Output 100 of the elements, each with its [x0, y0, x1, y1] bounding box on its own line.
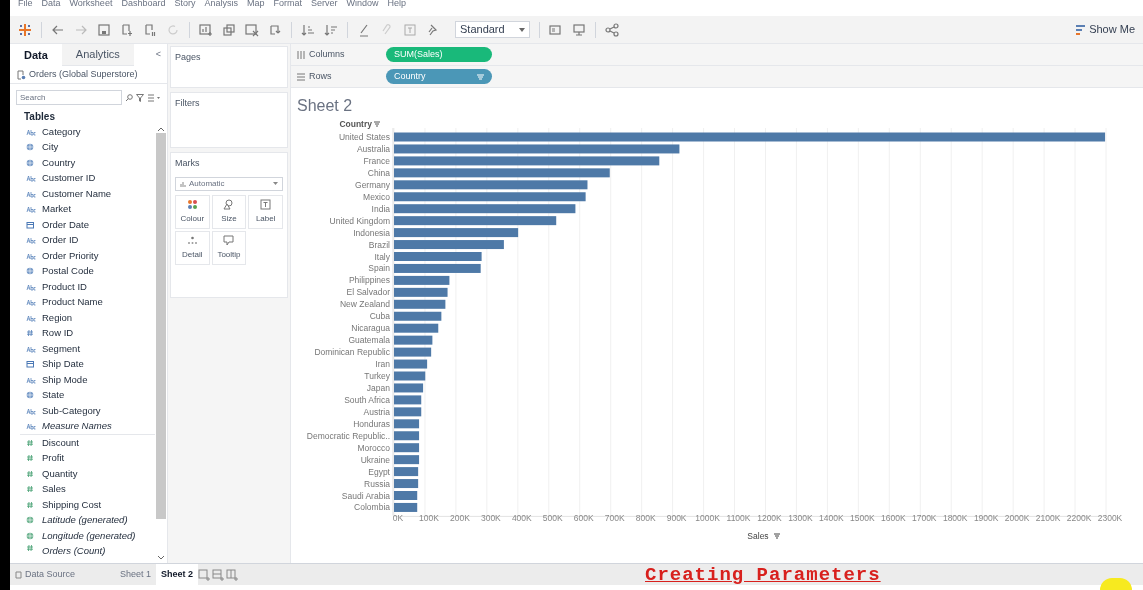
field-item[interactable]: Row ID — [10, 325, 155, 341]
bar[interactable] — [394, 347, 432, 357]
field-item[interactable]: City — [10, 139, 155, 155]
bar[interactable] — [394, 419, 420, 429]
sort-descending-icon[interactable] — [324, 22, 338, 37]
bar[interactable] — [394, 407, 422, 417]
field-item[interactable]: Postal Code — [10, 263, 155, 279]
new-story-icon[interactable] — [226, 568, 241, 581]
field-item[interactable]: Shipping Cost — [10, 497, 155, 513]
bar[interactable] — [394, 455, 420, 465]
field-item[interactable]: Market — [10, 201, 155, 217]
field-item[interactable]: Sales — [10, 481, 155, 497]
bar[interactable] — [394, 228, 519, 238]
sheet-tab[interactable]: Sheet 2 — [156, 564, 199, 585]
bar[interactable] — [394, 479, 419, 489]
bar[interactable] — [394, 287, 448, 297]
marks-colour-button[interactable]: Colour — [175, 194, 210, 229]
bar[interactable] — [394, 335, 433, 345]
bar[interactable] — [394, 204, 576, 214]
sheet-tab[interactable]: Sheet 1 — [115, 564, 157, 585]
field-item[interactable]: Quantity — [10, 466, 155, 482]
field-item[interactable]: Orders (Count) — [10, 543, 155, 559]
field-item[interactable]: Longitude (generated) — [10, 528, 155, 544]
scroll-up-icon[interactable] — [157, 126, 165, 132]
menu-item[interactable]: Data — [41, 0, 61, 8]
menu-item[interactable]: File — [18, 0, 33, 8]
bar[interactable] — [394, 443, 420, 453]
field-item[interactable]: Country — [10, 155, 155, 171]
field-item[interactable]: Category — [10, 124, 155, 140]
field-item[interactable]: Customer Name — [10, 186, 155, 202]
pause-data-icon[interactable] — [143, 22, 157, 37]
bar[interactable] — [394, 395, 422, 405]
field-item[interactable]: Region — [10, 310, 155, 326]
logo-icon[interactable] — [18, 22, 32, 37]
menu-item[interactable]: Help — [387, 0, 407, 8]
bar[interactable] — [394, 240, 504, 250]
bar[interactable] — [394, 383, 424, 393]
sort-ascending-icon[interactable] — [301, 22, 315, 37]
bar[interactable] — [394, 156, 660, 166]
field-item[interactable]: Measure Names — [10, 418, 155, 434]
column-header[interactable]: Country — [339, 119, 381, 129]
new-worksheet-icon[interactable] — [198, 568, 213, 581]
filter-icon[interactable] — [136, 93, 144, 102]
field-item[interactable]: Product Name — [10, 294, 155, 310]
menu-item[interactable]: Format — [273, 0, 302, 8]
field-item[interactable]: Ship Date — [10, 356, 155, 372]
field-item[interactable]: Latitude (generated) — [10, 512, 155, 528]
bar[interactable] — [394, 168, 610, 178]
bar[interactable] — [394, 467, 419, 477]
search-icon[interactable] — [125, 93, 133, 102]
menu-item[interactable]: Analysis — [204, 0, 238, 8]
field-item[interactable]: Ship Mode — [10, 372, 155, 388]
bar[interactable] — [394, 275, 450, 285]
pin-icon[interactable] — [426, 22, 440, 37]
field-item[interactable]: Profit — [10, 450, 155, 466]
duplicate-icon[interactable] — [222, 22, 236, 37]
field-item[interactable]: Customer ID — [10, 170, 155, 186]
bar[interactable] — [394, 263, 481, 273]
bar[interactable] — [394, 180, 588, 190]
menu-item[interactable]: Server — [311, 0, 338, 8]
marks-label-button[interactable]: Label — [248, 194, 283, 229]
text-label-icon[interactable] — [403, 22, 417, 37]
clear-sheet-icon[interactable] — [245, 22, 259, 37]
field-item[interactable]: Order Date — [10, 217, 155, 233]
bar[interactable] — [394, 371, 426, 381]
save-icon[interactable] — [97, 22, 111, 37]
bar[interactable] — [394, 359, 428, 369]
data-source-name[interactable]: Orders (Global Superstore) — [29, 67, 138, 82]
sheet-tab[interactable]: Data Source — [10, 564, 81, 585]
bar[interactable] — [394, 216, 557, 226]
field-item[interactable]: Sub-Category — [10, 403, 155, 419]
mark-type-dropdown[interactable]: Automatic — [175, 176, 283, 191]
bar[interactable] — [394, 132, 1106, 142]
field-item[interactable]: Order ID — [10, 232, 155, 248]
swap-icon[interactable] — [268, 22, 282, 37]
menu-item[interactable]: Story — [174, 0, 196, 8]
menu-item[interactable]: Worksheet — [69, 0, 113, 8]
collapse-button[interactable]: < — [155, 48, 167, 62]
share-icon[interactable] — [605, 22, 619, 37]
field-item[interactable]: Product ID — [10, 279, 155, 295]
sort-icon[interactable] — [773, 533, 781, 539]
field-item[interactable]: Discount — [10, 435, 155, 451]
show-me-button[interactable]: Show Me — [1076, 21, 1135, 38]
field-item[interactable]: Order Priority — [10, 248, 155, 264]
presentation-icon[interactable] — [572, 22, 586, 37]
field-item[interactable]: State — [10, 387, 155, 403]
pane-tab[interactable]: Analytics — [61, 44, 134, 66]
bar[interactable] — [394, 431, 420, 441]
bar[interactable] — [394, 299, 446, 309]
bar[interactable] — [394, 311, 442, 321]
new-dashboard-icon[interactable] — [212, 568, 227, 581]
view-options-icon[interactable] — [147, 93, 161, 102]
marks-size-button[interactable]: Size — [211, 194, 247, 229]
bar[interactable] — [394, 144, 680, 154]
menu-item[interactable]: Map — [246, 0, 265, 8]
scroll-down-icon[interactable] — [157, 555, 165, 561]
cards-icon[interactable] — [549, 22, 563, 37]
bar[interactable] — [394, 323, 439, 333]
marks-tooltip-button[interactable]: Tooltip — [211, 230, 247, 265]
marks-detail-button[interactable]: Detail — [175, 230, 210, 265]
